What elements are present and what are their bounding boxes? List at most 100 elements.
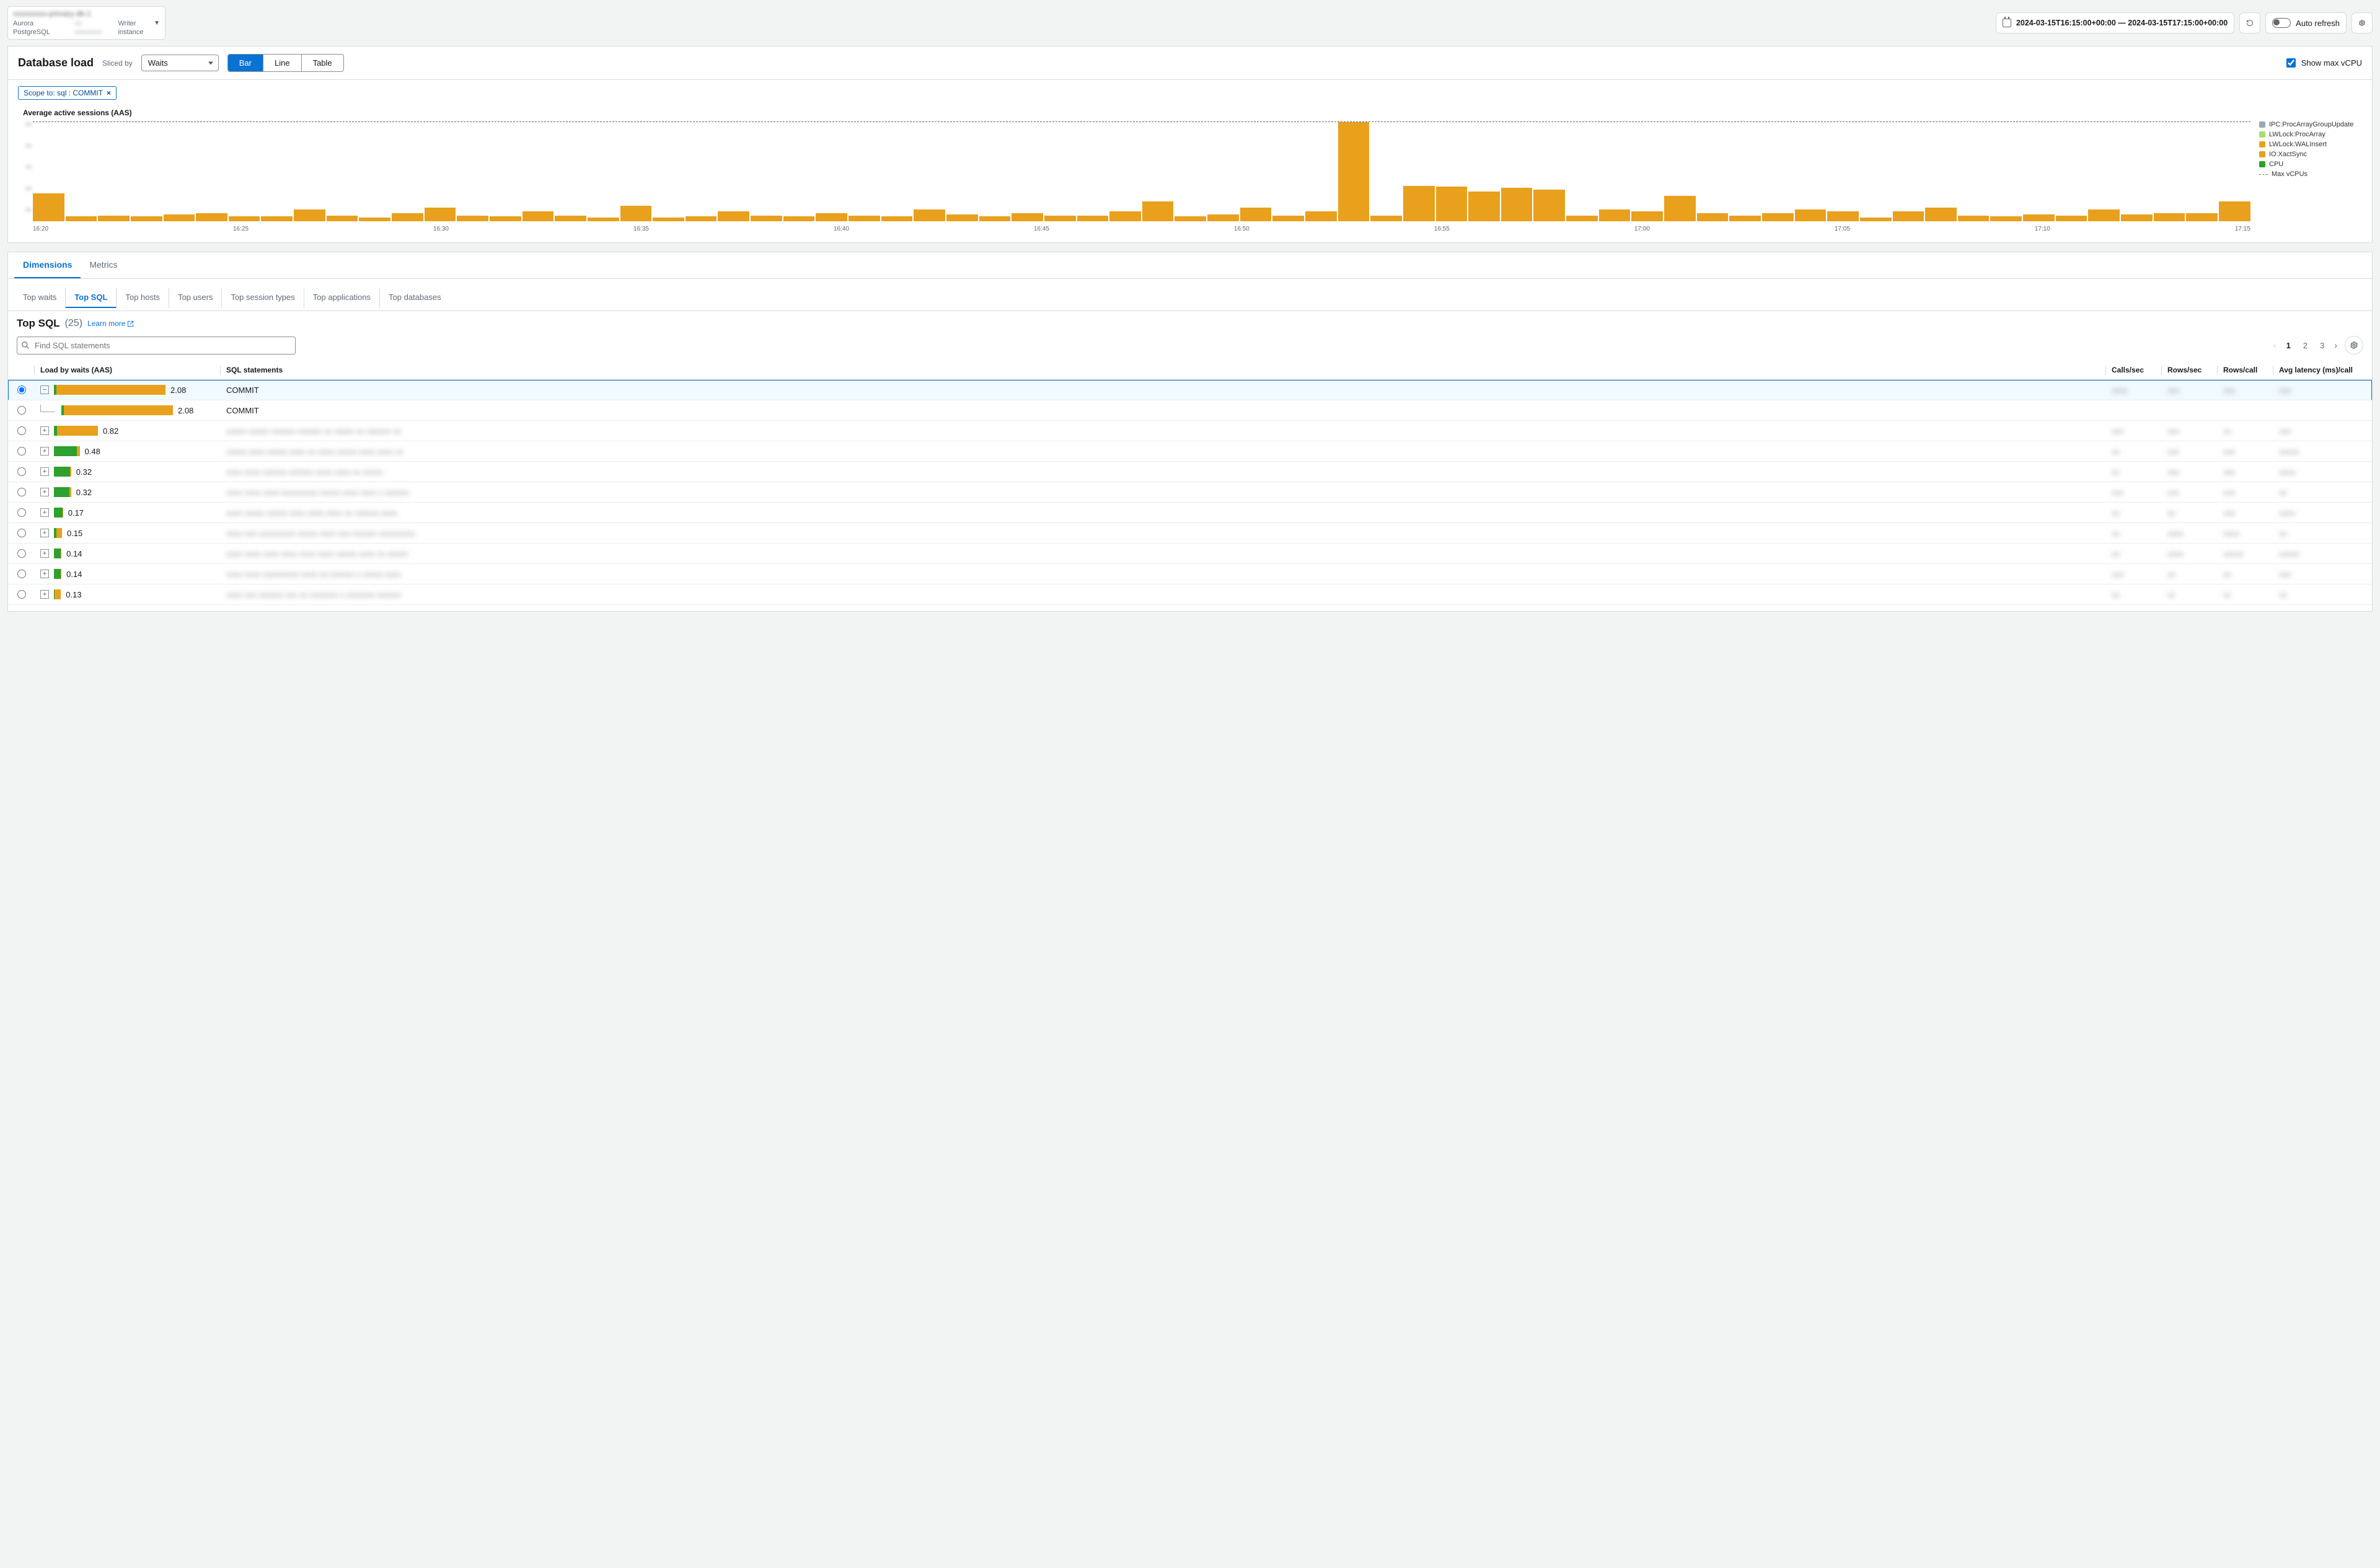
tab-dimensions[interactable]: Dimensions	[14, 252, 81, 278]
col-stmt[interactable]: SQL statements	[220, 361, 2105, 380]
scope-text: Scope to: sql : COMMIT	[24, 89, 103, 97]
expand-toggle[interactable]: +	[40, 447, 49, 456]
expand-toggle[interactable]: +	[40, 570, 49, 578]
metric-value: xx	[2223, 590, 2231, 599]
table-row[interactable]: +0.15xxxx xxx xxxxxxxxx xxxxx xxxx xxx x…	[8, 523, 2372, 544]
refresh-button[interactable]	[2239, 12, 2260, 33]
expand-toggle[interactable]: +	[40, 529, 49, 537]
table-row[interactable]: −2.08COMMITxxxxxxxxxxxxx	[8, 380, 2372, 400]
expand-toggle[interactable]: +	[40, 590, 49, 599]
row-radio[interactable]	[17, 426, 26, 435]
sql-statement[interactable]: xxxx xxxxx xxxxx xxxx xxxx xxxx xx xxxxx…	[226, 508, 511, 518]
col-rpc[interactable]: Rows/call	[2217, 361, 2273, 380]
table-row[interactable]: +0.14 xxxx xxxx xxxxxxxxx xxxx xx xxxxxx …	[8, 564, 2372, 584]
row-radio[interactable]	[17, 590, 26, 599]
table-row[interactable]: +0.32xxxx xxxx xxxxxx xxxxxx xxxx xxxx x…	[8, 462, 2372, 482]
view-bar[interactable]: Bar	[228, 55, 263, 71]
sql-statement[interactable]: COMMIT	[226, 385, 511, 395]
expand-toggle[interactable]: −	[40, 385, 49, 394]
page-prev[interactable]: ‹	[2273, 340, 2276, 350]
row-radio[interactable]	[17, 406, 26, 415]
sql-statement[interactable]: xxxx xxx xxxxxxxxx xxxxx xxxx xxx xxxxxx…	[226, 529, 511, 538]
tab-metrics[interactable]: Metrics	[81, 252, 126, 278]
section-count: (25)	[65, 318, 82, 329]
subtab-users[interactable]: Top users	[169, 288, 222, 308]
metric-value: xx	[2279, 488, 2287, 497]
table-row[interactable]: +0.82xxxxx xxxxx xxxxxx xxxxxx xx xxxxx …	[8, 421, 2372, 441]
table-settings-button[interactable]	[2345, 336, 2363, 355]
row-radio[interactable]	[17, 508, 26, 517]
expand-toggle[interactable]: +	[40, 467, 49, 476]
settings-button[interactable]	[2351, 12, 2373, 33]
scope-remove-icon[interactable]: ×	[107, 89, 111, 97]
sql-statement[interactable]: COMMIT	[226, 406, 511, 415]
show-max-checkbox[interactable]	[2286, 58, 2296, 68]
col-rows[interactable]: Rows/sec	[2161, 361, 2217, 380]
metric-value: xxx	[2112, 488, 2124, 497]
subtab-dbs[interactable]: Top databases	[380, 288, 450, 308]
expand-toggle[interactable]: +	[40, 426, 49, 435]
sql-statement[interactable]: xxxx xxx xxxxxx xxx xx xxxxxxx x xxxxxxx…	[226, 590, 511, 599]
legend-max: Max vCPUs	[2272, 170, 2307, 178]
table-row[interactable]: +0.32xxxx xxxx xxxx xxxxxxxxx xxxxx xxxx…	[8, 482, 2372, 503]
table-row[interactable]: +0.14xxxx xxxx xxxx xxxx xxxx xxxx xxxxx…	[8, 544, 2372, 564]
load-value: 0.14	[66, 570, 82, 579]
metric-value: xx	[2112, 508, 2120, 518]
subtab-apps[interactable]: Top applications	[304, 288, 380, 308]
row-radio[interactable]	[17, 467, 26, 476]
subtab-sql[interactable]: Top SQL	[66, 288, 117, 308]
sql-statement[interactable]: xxxx xxxx xxxxxxxxx xxxx xx xxxxxx x xxx…	[226, 570, 511, 579]
sql-statement[interactable]: xxxx xxxx xxxxxx xxxxxx xxxx xxxx xx xxx…	[226, 467, 511, 477]
row-radio[interactable]	[17, 385, 26, 394]
table-row[interactable]: +0.13xxxx xxx xxxxxx xxx xx xxxxxxx x xx…	[8, 584, 2372, 605]
row-radio[interactable]	[17, 570, 26, 578]
view-table[interactable]: Table	[301, 55, 343, 71]
col-lat[interactable]: Avg latency (ms)/call	[2273, 361, 2372, 380]
page-3[interactable]: 3	[2317, 340, 2327, 351]
view-toggle: Bar Line Table	[227, 54, 344, 72]
sliced-by-label: Sliced by	[102, 59, 133, 68]
db-load-header: Database load Sliced by Waits Bar Line T…	[8, 46, 2372, 80]
view-line[interactable]: Line	[263, 55, 301, 71]
scope-chip[interactable]: Scope to: sql : COMMIT ×	[18, 86, 117, 100]
subtab-hosts[interactable]: Top hosts	[117, 288, 169, 308]
metric-value: xxx	[2167, 385, 2180, 395]
metric-value: xx	[2279, 529, 2287, 538]
row-radio[interactable]	[17, 488, 26, 496]
col-calls[interactable]: Calls/sec	[2105, 361, 2161, 380]
subtab-sess[interactable]: Top session types	[222, 288, 304, 308]
row-radio[interactable]	[17, 549, 26, 558]
page-next[interactable]: ›	[2334, 340, 2337, 350]
metric-value: xx	[2167, 508, 2175, 518]
metric-value: xxx	[2279, 426, 2291, 436]
subtab-waits[interactable]: Top waits	[14, 288, 66, 308]
db-instance-selector[interactable]: xxxxxxxxx-primary-db-1 Aurora PostgreSQL…	[7, 6, 165, 40]
slice-dropdown[interactable]: Waits	[141, 55, 219, 71]
sql-statement[interactable]: xxxx xxxx xxxx xxxx xxxx xxxx xxxxx xxxx…	[226, 549, 511, 558]
section-title: Top SQL	[17, 317, 60, 330]
table-row[interactable]: +0.17xxxx xxxxx xxxxx xxxx xxxx xxxx xx …	[8, 503, 2372, 523]
sql-statement[interactable]: xxxxx xxxxx xxxxxx xxxxxx xx xxxxx xx xx…	[226, 426, 511, 436]
page-1[interactable]: 1	[2284, 340, 2293, 351]
sql-statement[interactable]: xxxxx xxxx xxxxx xxxx xx xxxx xxxxx xxxx…	[226, 447, 511, 456]
expand-toggle[interactable]: +	[40, 508, 49, 517]
page-2[interactable]: 2	[2301, 340, 2310, 351]
sql-statement[interactable]: xxxx xxxx xxxx xxxxxxxxx xxxxx xxxx xxxx…	[226, 488, 511, 497]
section-header: Top SQL (25) Learn more	[8, 311, 2372, 333]
auto-refresh-toggle[interactable]: Auto refresh	[2265, 12, 2347, 33]
db-role: Writer instance	[118, 19, 154, 37]
expand-toggle[interactable]: +	[40, 488, 49, 496]
show-max-vcpu[interactable]: Show max vCPU	[2284, 56, 2362, 69]
row-radio[interactable]	[17, 529, 26, 537]
search-input[interactable]	[17, 337, 296, 355]
time-range-picker[interactable]: 2024-03-15T16:15:00+00:00 — 2024-03-15T1…	[1996, 12, 2234, 33]
learn-more-link[interactable]: Learn more	[87, 319, 134, 328]
legend-swatch-lwwi	[2259, 141, 2265, 148]
bar-chart[interactable]: 16:2016:2516:3016:3516:4016:4516:5016:55…	[33, 121, 2250, 232]
row-radio[interactable]	[17, 447, 26, 456]
table-row[interactable]: +0.48xxxxx xxxx xxxxx xxxx xx xxxx xxxxx…	[8, 441, 2372, 462]
col-load[interactable]: Load by waits (AAS)	[34, 361, 220, 380]
legend-swatch-ipc	[2259, 121, 2265, 128]
table-row[interactable]: 2.08COMMIT	[8, 400, 2372, 421]
expand-toggle[interactable]: +	[40, 549, 49, 558]
